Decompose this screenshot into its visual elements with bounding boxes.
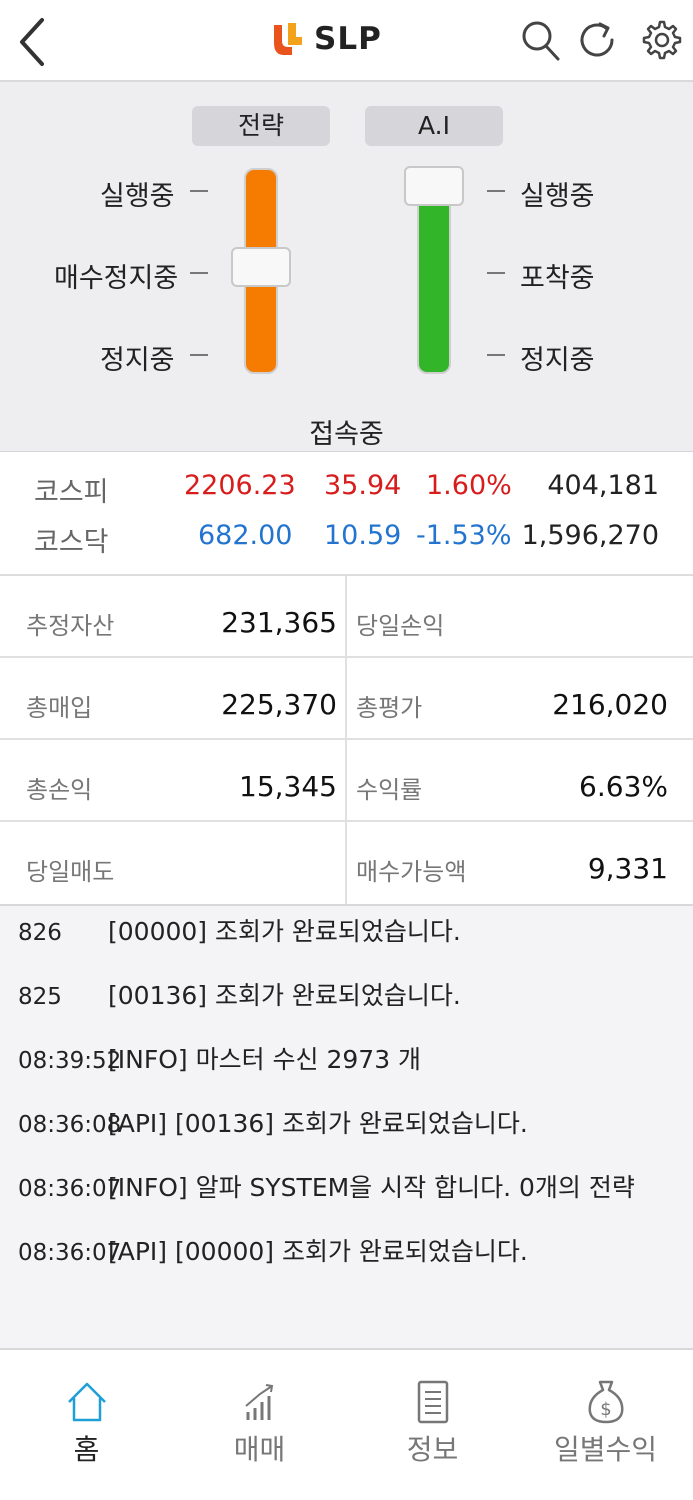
money-bag-icon: $ [588, 1380, 623, 1424]
nav-item-trade[interactable]: 매매 [173, 1352, 346, 1500]
app-header: SLP [0, 0, 693, 82]
market-summary: 코스피 2206.23 35.94 1.60% 404,181 코스닥 682.… [0, 452, 693, 576]
market-change: 10.59 [324, 520, 402, 551]
total-eval-label: 총평가 [356, 694, 423, 722]
log-entry: 826 [00000] 조회가 완료되었습니다. [18, 912, 461, 952]
return-value: 6.63% [579, 770, 668, 803]
log-entry: 08:36:08[API] [00136] 조회가 완료되었습니다. [18, 1104, 528, 1144]
log-time: 08:36:07 [18, 1176, 122, 1202]
document-icon [417, 1380, 448, 1424]
tick-mark [190, 190, 208, 192]
market-name: 코스피 [34, 477, 109, 508]
est-assets-value: 231,365 [221, 606, 337, 639]
strategy-title: 전략 [192, 106, 330, 146]
market-row-kospi: 코스피 2206.23 35.94 1.60% 404,181 [0, 470, 693, 514]
total-pl-value: 15,345 [239, 770, 337, 803]
market-rate: -1.53% [416, 520, 512, 551]
buyable-value: 9,331 [587, 852, 668, 885]
market-index: 682.00 [198, 520, 293, 551]
log-time: 825 [18, 984, 62, 1010]
back-icon[interactable] [14, 12, 54, 72]
strategy-label-running: 실행중 [100, 181, 175, 212]
svg-text:$: $ [600, 1399, 611, 1420]
logo-mark-icon [274, 23, 302, 55]
grid-divider [0, 738, 693, 740]
ai-title: A.I [365, 106, 503, 146]
tick-mark [487, 354, 505, 356]
nav-label-home: 홈 [73, 1433, 100, 1466]
total-buy-label: 총매입 [26, 694, 93, 722]
log-entry: 08:39:52[INFO] 마스터 수신 2973 개 [18, 1040, 421, 1080]
nav-item-daily-profit[interactable]: $ 일별수익 [519, 1352, 692, 1500]
log-time: 08:36:08 [18, 1112, 122, 1138]
nav-label-info: 정보 [406, 1433, 459, 1466]
log-time: 826 [18, 920, 62, 946]
control-panel: 전략 A.I 실행중 매수정지중 정지중 실행중 포착중 정지중 접속중 [0, 82, 693, 452]
tick-mark [487, 272, 505, 274]
nav-item-info[interactable]: 정보 [346, 1352, 519, 1500]
nav-item-home[interactable]: 홈 [0, 1352, 173, 1500]
log-entry: 825 [00136] 조회가 완료되었습니다. [18, 976, 461, 1016]
activity-log[interactable]: 826 [00000] 조회가 완료되었습니다. 825 [00136] 조회가 완… [0, 904, 693, 1350]
log-time: 08:36:07 [18, 1240, 122, 1266]
log-message: [API] [00136] 조회가 완료되었습니다. [108, 1109, 528, 1138]
brand-logo: SLP [268, 18, 382, 60]
ai-label-detecting: 포착중 [520, 263, 595, 294]
grid-divider [0, 820, 693, 822]
market-row-kosdaq: 코스닥 682.00 10.59 -1.53% 1,596,270 [0, 520, 693, 564]
chart-bars-icon [244, 1384, 273, 1420]
connection-status: 접속중 [309, 419, 384, 450]
search-icon[interactable] [518, 16, 562, 64]
total-buy-value: 225,370 [221, 688, 337, 721]
log-message: [INFO] 알파 SYSTEM을 시작 합니다. 0개의 전략 [108, 1173, 635, 1202]
strategy-label-stopped: 정지중 [100, 345, 175, 376]
tick-mark [190, 354, 208, 356]
market-rate: 1.60% [426, 470, 512, 501]
brand-name: SLP [314, 21, 382, 57]
market-index: 2206.23 [184, 470, 296, 501]
tick-mark [190, 272, 208, 274]
total-pl-label: 총손익 [26, 776, 93, 804]
ai-label-stopped: 정지중 [520, 345, 595, 376]
buyable-label: 매수가능액 [356, 858, 467, 886]
log-message: [INFO] 마스터 수신 2973 개 [108, 1045, 422, 1074]
daily-sell-label: 당일매도 [26, 858, 115, 886]
bottom-nav: 홈 매매 정보 $ 일별수익 [0, 1352, 693, 1500]
nav-label-daily-profit: 일별수익 [553, 1433, 658, 1466]
market-volume: 1,596,270 [521, 520, 659, 551]
market-change: 35.94 [324, 470, 402, 501]
log-time: 08:39:52 [18, 1048, 122, 1074]
strategy-slider-thumb[interactable] [231, 247, 291, 287]
log-message: [00136] 조회가 완료되었습니다. [108, 981, 461, 1010]
grid-divider [345, 576, 347, 904]
tick-mark [487, 190, 505, 192]
return-label: 수익률 [356, 776, 423, 804]
ai-label-running: 실행중 [520, 181, 595, 212]
home-icon [67, 1382, 106, 1422]
strategy-label-buy-stopped: 매수정지중 [54, 263, 179, 294]
ai-slider-thumb[interactable] [404, 166, 464, 206]
est-assets-label: 추정자산 [26, 612, 115, 640]
nav-label-trade: 매매 [233, 1433, 286, 1466]
grid-divider [0, 656, 693, 658]
market-name: 코스닥 [34, 527, 109, 558]
log-message: [API] [00000] 조회가 완료되었습니다. [108, 1237, 528, 1266]
market-volume: 404,181 [547, 470, 659, 501]
log-entry: 08:36:07[INFO] 알파 SYSTEM을 시작 합니다. 0개의 전략 [18, 1168, 635, 1208]
gear-icon[interactable] [638, 16, 682, 64]
total-eval-value: 216,020 [552, 688, 668, 721]
refresh-icon[interactable] [576, 16, 620, 64]
daily-pl-label: 당일손익 [356, 612, 445, 640]
account-summary: 추정자산 231,365 당일손익 총매입 225,370 총평가 216,02… [0, 576, 693, 904]
log-entry: 08:36:07[API] [00000] 조회가 완료되었습니다. [18, 1232, 528, 1272]
log-message: [00000] 조회가 완료되었습니다. [108, 917, 461, 946]
